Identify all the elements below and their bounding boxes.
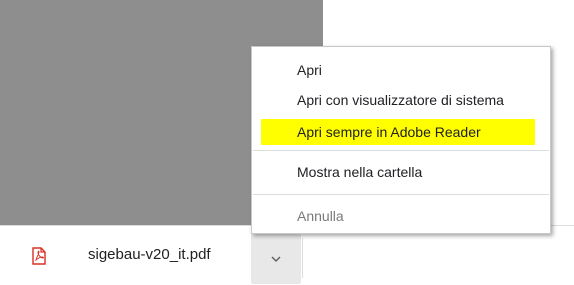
item-separator — [302, 238, 303, 278]
menu-item-always-open-in-adobe-reader[interactable]: Apri sempre in Adobe Reader — [252, 119, 550, 145]
download-file-name: sigebau-v20_it.pdf — [88, 246, 211, 263]
menu-divider — [253, 150, 549, 151]
download-shelf: sigebau-v20_it.pdf — [0, 225, 574, 285]
menu-item-open-with-system-viewer[interactable]: Apri con visualizzatore di sistema — [252, 87, 550, 113]
menu-item-label: Apri con visualizzatore di sistema — [297, 92, 504, 108]
menu-item-cancel[interactable]: Annulla — [252, 203, 550, 229]
menu-item-label: Mostra nella cartella — [297, 164, 423, 180]
menu-item-label: Annulla — [297, 208, 344, 224]
menu-item-label: Apri — [297, 62, 322, 78]
menu-item-label: Apri sempre in Adobe Reader — [297, 124, 481, 140]
menu-item-open[interactable]: Apri — [252, 57, 550, 83]
download-context-menu: Apri Apri con visualizzatore di sistema … — [251, 46, 551, 234]
menu-item-show-in-folder[interactable]: Mostra nella cartella — [252, 159, 550, 185]
menu-divider — [253, 194, 549, 195]
chevron-down-icon — [271, 256, 281, 263]
download-menu-button[interactable] — [251, 234, 301, 284]
pdf-file-icon — [32, 247, 46, 265]
